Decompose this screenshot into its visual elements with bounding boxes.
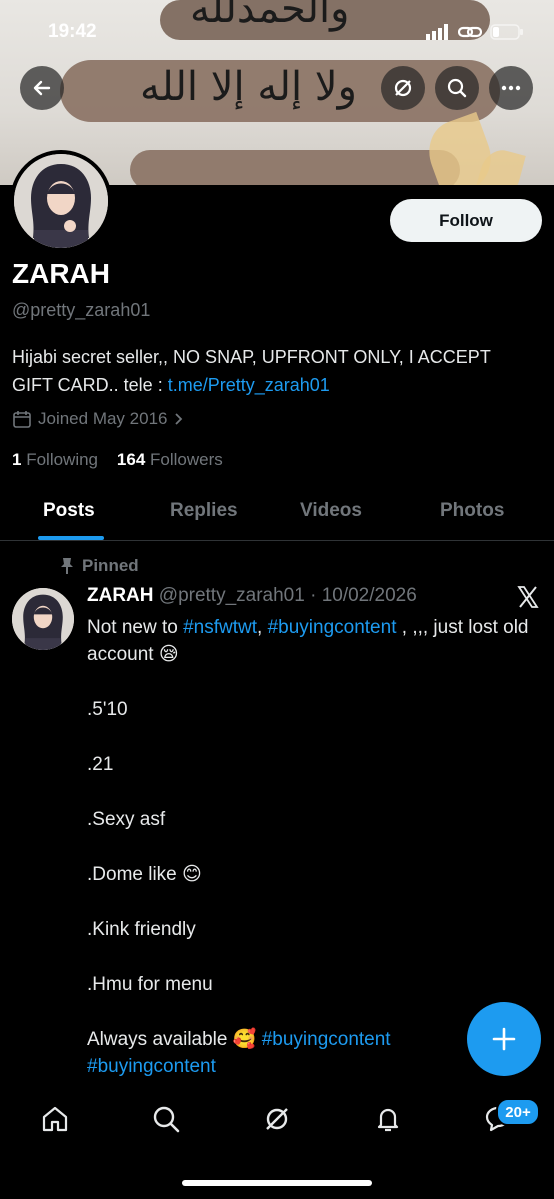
tweet-header: ZARAH @pretty_zarah01 · 10/02/2026 (87, 585, 417, 607)
bottom-navigation (0, 1090, 554, 1150)
tweet-avatar[interactable] (12, 588, 74, 650)
grok-button[interactable] (381, 66, 425, 110)
tab-replies[interactable]: Replies (170, 500, 238, 522)
calendar-icon (13, 411, 31, 428)
tweet-line: .21 (87, 754, 114, 775)
home-icon (42, 1106, 68, 1132)
tweet-line: .Sexy asf (87, 809, 166, 830)
tweet-text-span: , (257, 617, 268, 638)
following-link[interactable]: 1 Following (12, 450, 98, 469)
battery-icon (490, 24, 523, 40)
hashtag-link[interactable]: #buyingcontent (87, 1056, 216, 1077)
hearts-emoji: 🥰 (232, 1028, 257, 1050)
tweet-line: Not new to #nsfwtwt, #buyingcontent , ,,… (87, 614, 537, 668)
pinned-indicator: Pinned (60, 556, 139, 576)
chevron-right-icon (175, 413, 183, 425)
signal-icon (426, 24, 448, 40)
banner-brush-stroke (130, 150, 460, 185)
status-time: 19:42 (48, 21, 97, 42)
home-indicator (182, 1180, 372, 1186)
back-button[interactable] (20, 66, 64, 110)
more-icon (501, 85, 521, 91)
search-icon (153, 1106, 180, 1133)
nav-notifications[interactable] (373, 1104, 403, 1139)
tweet-meta: @pretty_zarah01 · 10/02/2026 (158, 585, 417, 606)
tweet-line: .Kink friendly (87, 919, 196, 940)
profile-tabs: Posts Replies Videos Photos (0, 490, 554, 541)
joined-label: Joined May 2016 (38, 409, 168, 428)
tweet-text-span: Not new to (87, 617, 184, 638)
bio-link[interactable]: t.me/Pretty_zarah01 (168, 375, 330, 395)
pinned-label: Pinned (82, 556, 139, 575)
tweet-text-span: Always available (87, 1029, 228, 1050)
tweet-line: .Dome like 😊 (87, 861, 537, 888)
status-icons (426, 24, 524, 40)
x-logo-icon (516, 585, 540, 614)
search-icon (447, 78, 467, 98)
nav-home[interactable] (40, 1104, 70, 1139)
tweet-text: Not new to #nsfwtwt, #buyingcontent , ,,… (87, 614, 537, 1080)
tweet-line: .Hmu for menu (87, 974, 213, 995)
grok-icon (394, 79, 412, 97)
nav-grok[interactable] (262, 1104, 292, 1139)
search-button[interactable] (435, 66, 479, 110)
nav-search[interactable] (151, 1104, 181, 1139)
follow-button[interactable]: Follow (390, 199, 542, 242)
link-icon (458, 26, 482, 38)
messages-badge: 20+ (496, 1098, 540, 1126)
compose-button[interactable] (467, 1002, 541, 1076)
hashtag-link[interactable]: #nsfwtwt (183, 617, 257, 638)
tab-posts[interactable]: Posts (43, 500, 95, 522)
plus-icon (492, 1027, 516, 1051)
banner-calligraphy-main: ولا إله إلا الله (140, 64, 357, 110)
active-tab-indicator (38, 536, 104, 540)
tab-videos[interactable]: Videos (300, 500, 362, 522)
joined-date[interactable]: Joined May 2016 (12, 409, 185, 429)
grok-icon (266, 1108, 288, 1130)
hijabi-avatar-illustration (14, 154, 108, 248)
pin-icon (61, 558, 73, 574)
hijabi-avatar-illustration (12, 588, 74, 650)
tab-photos[interactable]: Photos (440, 500, 504, 522)
profile-bio: Hijabi secret seller,, NO SNAP, UPFRONT … (12, 343, 532, 399)
tweet-text-span: .Dome like (87, 864, 177, 885)
hashtag-link[interactable]: #buyingcontent (262, 1029, 391, 1050)
followers-label: Followers (150, 450, 223, 469)
tweet-line: .5'10 (87, 699, 128, 720)
profile-name: ZARAH (12, 258, 110, 289)
followers-link[interactable]: 164 Followers (117, 450, 223, 469)
follow-stats: 1 Following 164 Followers (12, 450, 223, 470)
smile-emoji: 😊 (182, 863, 202, 885)
more-options-button[interactable] (489, 66, 533, 110)
profile-handle: @pretty_zarah01 (12, 300, 151, 320)
hashtag-link[interactable]: #buyingcontent (268, 617, 397, 638)
bell-icon (377, 1108, 399, 1132)
arrow-left-icon (33, 80, 51, 96)
sleepy-emoji: 😪 (158, 643, 179, 665)
tweet-author[interactable]: ZARAH (87, 585, 154, 606)
profile-avatar[interactable] (10, 150, 112, 252)
followers-count: 164 (116, 450, 146, 469)
following-label: Following (26, 450, 99, 469)
status-bar: 19:42 (48, 18, 524, 46)
following-count: 1 (12, 450, 22, 469)
